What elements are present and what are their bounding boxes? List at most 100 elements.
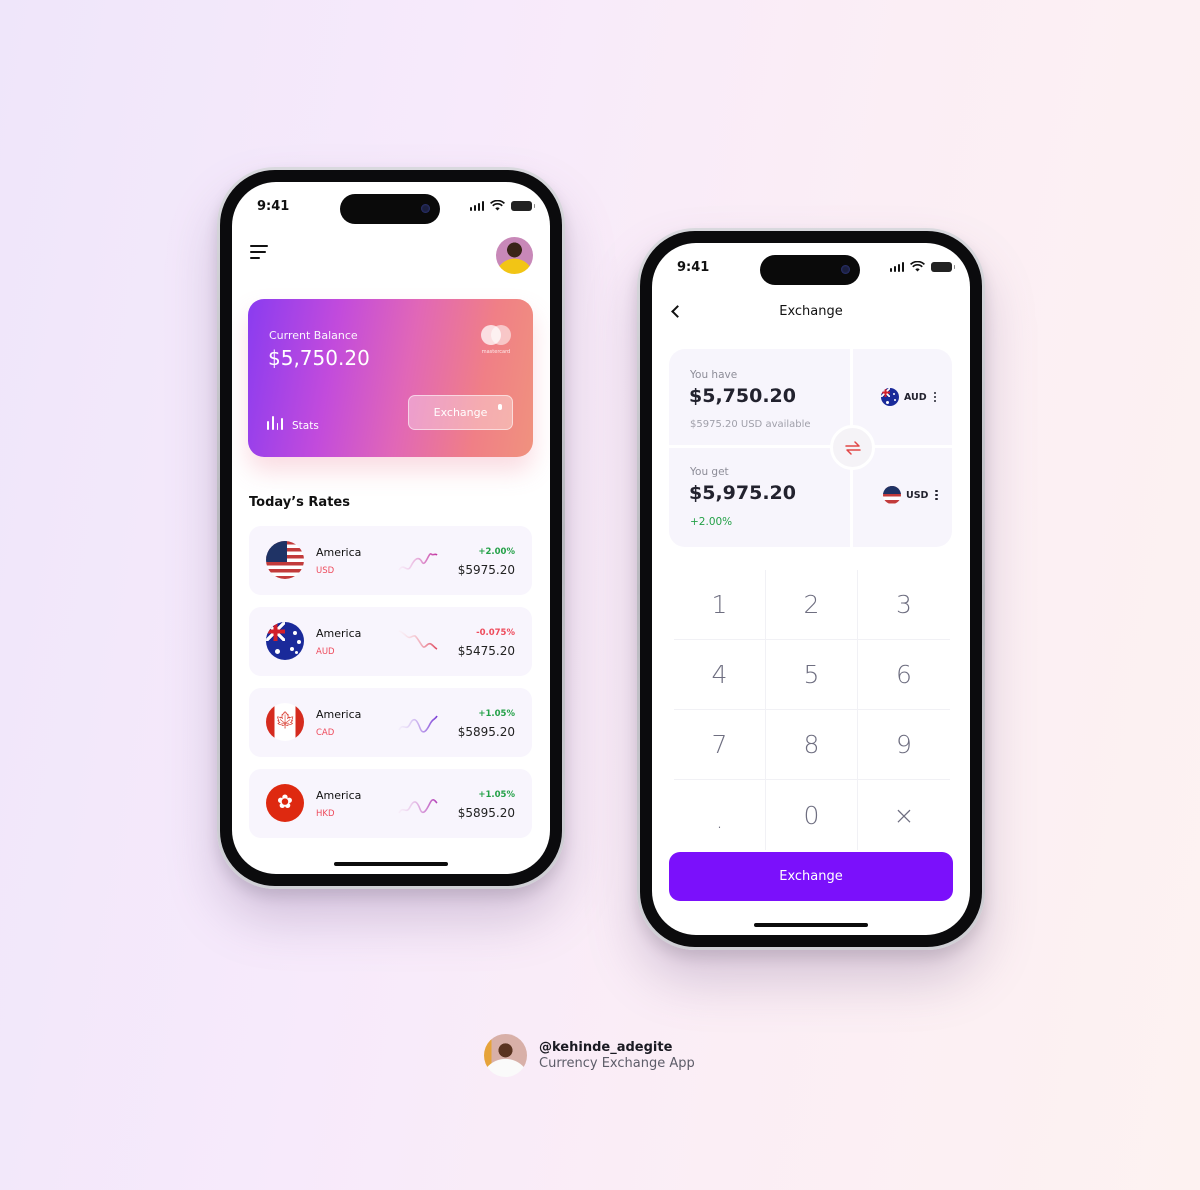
card-exchange-label: Exchange: [433, 406, 488, 419]
rate-country: America: [316, 627, 362, 640]
key-9[interactable]: 9: [858, 710, 950, 780]
status-icons: [889, 261, 955, 272]
mastercard-logo-icon: mastercard: [479, 325, 513, 355]
key-2[interactable]: 2: [766, 570, 858, 640]
project-description: Currency Exchange App: [539, 1056, 695, 1071]
to-currency-code: USD: [906, 489, 929, 501]
toggle-indicator-icon: [498, 404, 502, 410]
au-flag-icon: [266, 622, 304, 660]
rate-value: $5475.20: [457, 644, 515, 658]
home-indicator[interactable]: [754, 923, 868, 927]
menu-button[interactable]: [250, 245, 272, 263]
you-have-section[interactable]: You have $5,750.20 $5975.20 USD availabl…: [669, 349, 850, 445]
credit-text: @kehinde_adegite Currency Exchange App: [539, 1040, 695, 1071]
battery-icon: [511, 200, 535, 211]
home-indicator[interactable]: [334, 862, 448, 866]
au-flag-icon: [881, 388, 899, 406]
profile-avatar[interactable]: [496, 237, 533, 274]
rate-code: AUD: [316, 647, 335, 657]
menu-icon-line: [250, 245, 268, 247]
you-get-label: You get: [690, 466, 729, 478]
rate-code: HKD: [316, 809, 335, 819]
swap-currencies-button[interactable]: [830, 425, 875, 470]
key-1[interactable]: 1: [674, 570, 766, 640]
key-8[interactable]: 8: [766, 710, 858, 780]
rate-code: CAD: [316, 728, 335, 738]
us-flag-icon: [883, 486, 901, 504]
menu-icon-line: [250, 257, 260, 259]
sparkline-chart-icon: [398, 553, 438, 571]
exchange-submit-label: Exchange: [779, 869, 843, 884]
rate-item-aud[interactable]: America AUD -0.075% $5475.20: [249, 607, 532, 676]
stats-icon[interactable]: [267, 416, 284, 430]
designer-handle: @kehinde_adegite: [539, 1040, 673, 1055]
status-time: 9:41: [257, 199, 290, 214]
rates-list: America USD +2.00% $5975.20 America AUD …: [249, 526, 532, 850]
key-5[interactable]: 5: [766, 640, 858, 710]
balance-amount: $5,750.20: [268, 346, 370, 370]
key-7[interactable]: 7: [674, 710, 766, 780]
screen-title: Exchange: [779, 304, 843, 319]
designer-credit: @kehinde_adegite Currency Exchange App: [484, 1034, 695, 1077]
ca-flag-icon: 🍁︎: [266, 703, 304, 741]
camera-icon: [421, 204, 430, 213]
you-get-change: +2.00%: [690, 516, 733, 528]
from-currency-select[interactable]: AUD: [881, 388, 937, 406]
us-flag-icon: [266, 541, 304, 579]
wifi-icon: [490, 200, 505, 211]
key-delete-icon[interactable]: ×: [858, 780, 950, 850]
todays-rates-title: Today’s Rates: [249, 495, 350, 510]
key-decimal[interactable]: .: [674, 780, 766, 850]
rate-code: USD: [316, 566, 335, 576]
stats-link[interactable]: Stats: [292, 420, 319, 432]
rate-item-hkd[interactable]: ✿ America HKD +1.05% $5895.20: [249, 769, 532, 838]
you-have-amount: $5,750.20: [689, 385, 796, 407]
wifi-icon: [910, 261, 925, 272]
more-options-icon[interactable]: [933, 391, 937, 403]
exchange-panel: You have $5,750.20 $5975.20 USD availabl…: [669, 349, 952, 547]
sparkline-chart-icon: [398, 715, 438, 733]
you-get-section[interactable]: You get $5,975.20 +2.00%: [669, 448, 850, 547]
status-icons: [469, 200, 535, 211]
signal-icon: [469, 200, 484, 211]
hk-flag-icon: ✿: [266, 784, 304, 822]
rate-value: $5895.20: [457, 725, 515, 739]
home-phone-frame: 9:41 Current Balance $5,750.20 mastercar…: [217, 167, 565, 889]
more-options-icon[interactable]: [935, 489, 938, 501]
battery-icon: [931, 261, 955, 272]
camera-icon: [841, 265, 850, 274]
dynamic-island: [340, 194, 440, 224]
exchange-screen: 9:41 Exchange You have $5,750.20 $5975.2…: [652, 243, 970, 935]
card-exchange-button[interactable]: Exchange: [408, 395, 513, 430]
phone-bezel: 9:41 Exchange You have $5,750.20 $5975.2…: [640, 231, 982, 947]
rate-country: America: [316, 708, 362, 721]
swap-arrows-icon: [844, 440, 861, 455]
from-currency-code: AUD: [904, 391, 927, 403]
key-0[interactable]: 0: [766, 780, 858, 850]
you-have-label: You have: [690, 369, 738, 381]
sparkline-chart-icon: [398, 630, 438, 650]
you-get-amount: $5,975.20: [689, 482, 796, 504]
status-bar: 9:41: [232, 182, 550, 232]
rate-item-usd[interactable]: America USD +2.00% $5975.20: [249, 526, 532, 595]
rate-country: America: [316, 546, 362, 559]
key-4[interactable]: 4: [674, 640, 766, 710]
rate-change: +1.05%: [478, 790, 515, 800]
card-brand-text: mastercard: [481, 349, 511, 355]
available-balance: $5975.20 USD available: [690, 419, 811, 430]
rate-item-cad[interactable]: 🍁︎ America CAD +1.05% $5895.20: [249, 688, 532, 757]
rate-change: +1.05%: [478, 709, 515, 719]
status-time: 9:41: [677, 260, 710, 275]
exchange-phone-frame: 9:41 Exchange You have $5,750.20 $5975.2…: [637, 228, 985, 950]
rate-change: -0.075%: [476, 628, 515, 638]
key-6[interactable]: 6: [858, 640, 950, 710]
exchange-submit-button[interactable]: Exchange: [669, 852, 953, 901]
phone-bezel: 9:41 Current Balance $5,750.20 mastercar…: [220, 170, 562, 886]
home-screen: 9:41 Current Balance $5,750.20 mastercar…: [232, 182, 550, 874]
dynamic-island: [760, 255, 860, 285]
sparkline-chart-icon: [398, 799, 438, 814]
to-currency-select[interactable]: USD: [883, 486, 938, 504]
key-3[interactable]: 3: [858, 570, 950, 640]
signal-icon: [889, 261, 904, 272]
rate-change: +2.00%: [478, 547, 515, 557]
